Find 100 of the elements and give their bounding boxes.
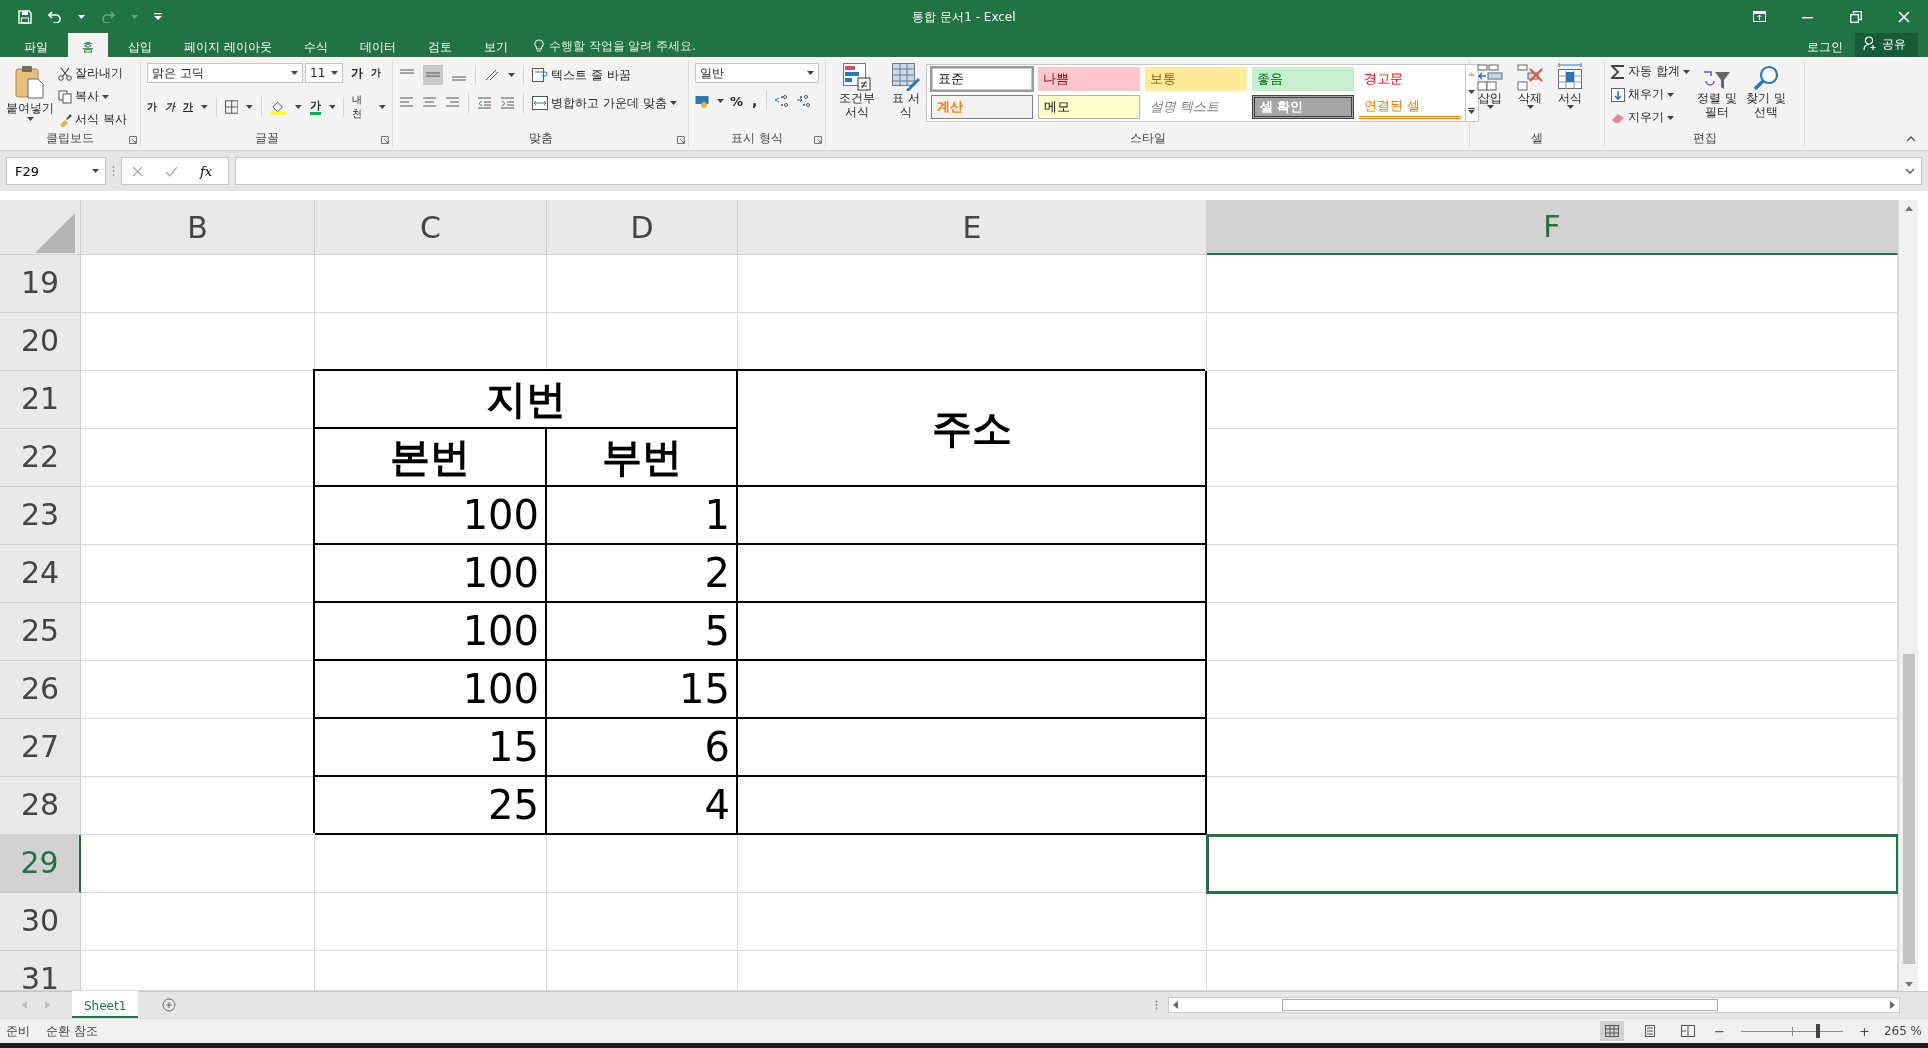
caret-icon[interactable] (1566, 105, 1574, 109)
row-header[interactable]: 28 (0, 777, 81, 835)
caret-icon[interactable] (26, 117, 34, 121)
scroll-left-icon[interactable] (1173, 1001, 1178, 1009)
ribbon-tab[interactable]: 보기 (471, 33, 520, 57)
number-format-dropdown[interactable]: 일반 (695, 63, 819, 83)
cut-button[interactable]: 잘라내기 (58, 65, 127, 82)
tell-me-field[interactable]: 수행할 작업을 알려 주세요. (548, 38, 719, 53)
caret-icon[interactable] (1682, 69, 1690, 74)
copy-button[interactable]: 복사 (58, 88, 127, 105)
sign-in-link[interactable]: 로그인 (1795, 33, 1855, 57)
horizontal-scrollbar[interactable] (1168, 997, 1900, 1013)
more-options-icon[interactable] (1155, 1000, 1158, 1010)
name-box[interactable]: F29 (6, 157, 106, 185)
percent-button[interactable]: % (730, 93, 744, 109)
cell-style-item[interactable]: 보통 (1144, 67, 1247, 91)
table-cell[interactable]: 2 (547, 545, 738, 603)
ribbon-tab[interactable]: 파일 (12, 33, 60, 57)
row-header[interactable]: 26 (0, 661, 81, 719)
font-size-dropdown[interactable]: 11 (305, 63, 343, 83)
caret-icon[interactable] (102, 94, 109, 99)
italic-button[interactable]: 가 (165, 100, 175, 114)
zoom-out-button[interactable]: − (1714, 1023, 1725, 1039)
caret-icon[interactable] (1667, 115, 1674, 120)
zoom-level[interactable]: 265 % (1883, 1024, 1922, 1038)
dialog-launcher-icon[interactable] (677, 136, 685, 144)
scroll-right-icon[interactable] (1890, 1001, 1895, 1009)
cell-style-item[interactable]: 메모 (1037, 95, 1140, 119)
check-icon[interactable] (165, 165, 178, 177)
fill-button[interactable]: 채우기 (1611, 86, 1690, 103)
table-cell[interactable]: 1 (547, 487, 738, 545)
ribbon-tab[interactable]: 홈 (68, 33, 108, 57)
undo-icon[interactable] (48, 10, 62, 23)
decrease-indent-icon[interactable] (477, 97, 492, 109)
phonetic-button[interactable]: 내천 (352, 93, 372, 121)
delete-cells-button[interactable]: 삭제 (1516, 63, 1544, 109)
scroll-thumb[interactable] (1902, 654, 1915, 964)
table-cell[interactable]: 100 (315, 603, 547, 661)
cell-style-item[interactable]: 좋음 (1251, 67, 1354, 91)
cell-style-item[interactable]: 표준 (930, 67, 1033, 91)
view-button[interactable] (1600, 1021, 1625, 1041)
table-cell[interactable]: 6 (547, 719, 738, 777)
caret-icon[interactable] (78, 14, 85, 19)
fill-color-icon[interactable] (269, 99, 287, 115)
caret-icon[interactable] (1486, 105, 1494, 109)
row-header[interactable]: 30 (0, 893, 81, 951)
row-header[interactable]: 24 (0, 545, 81, 603)
more-options-icon[interactable] (112, 165, 115, 177)
table-cell[interactable]: 주소 (738, 371, 1207, 487)
dialog-launcher-icon[interactable] (381, 136, 389, 144)
caret-icon[interactable] (331, 71, 338, 75)
close-icon[interactable] (1898, 10, 1910, 23)
ribbon-tab[interactable]: 데이터 (347, 33, 408, 57)
underline-button[interactable]: 가 (183, 100, 193, 114)
caret-icon[interactable] (669, 101, 677, 105)
sheet-tab[interactable]: Sheet1 (72, 991, 139, 1018)
table-cell[interactable]: 부번 (547, 429, 738, 487)
cancel-icon[interactable] (132, 165, 143, 177)
table-cell[interactable] (738, 777, 1207, 835)
format-table-button[interactable]: 표 서식 (890, 63, 922, 119)
column-header[interactable]: E (738, 200, 1207, 255)
font-color-button[interactable]: 가 (309, 99, 321, 115)
caret-icon[interactable] (201, 105, 208, 109)
scroll-down-icon[interactable] (1904, 982, 1913, 987)
increase-indent-icon[interactable] (500, 97, 515, 109)
caret-icon[interactable] (328, 105, 336, 109)
format-cells-button[interactable]: 서식 (1556, 63, 1584, 109)
table-cell[interactable]: 100 (315, 487, 547, 545)
decrease-decimal-icon[interactable] (773, 94, 790, 108)
table-cell[interactable]: 25 (315, 777, 547, 835)
caret-icon[interactable] (1468, 90, 1476, 94)
caret-icon[interactable] (1526, 105, 1534, 109)
currency-icon[interactable] (695, 94, 711, 108)
scroll-thumb[interactable] (1282, 999, 1718, 1011)
slider-thumb[interactable] (1816, 1024, 1821, 1038)
caret-icon[interactable] (92, 169, 99, 173)
add-sheet-icon[interactable] (162, 998, 177, 1012)
row-header[interactable]: 21 (0, 371, 81, 429)
align-right-icon[interactable] (445, 97, 460, 109)
ribbon-tab[interactable]: 검토 (415, 33, 464, 57)
cell-style-item[interactable]: 나쁨 (1037, 67, 1140, 91)
row-header[interactable]: 25 (0, 603, 81, 661)
table-cell[interactable]: 본번 (315, 429, 547, 487)
row-header[interactable]: 23 (0, 487, 81, 545)
scroll-up-icon[interactable] (1904, 206, 1913, 211)
cell-style-item[interactable]: 경고문 (1358, 67, 1461, 91)
table-cell[interactable]: 4 (547, 777, 738, 835)
ribbon-tab[interactable]: 삽입 (116, 33, 164, 57)
caret-icon[interactable] (294, 105, 302, 109)
caret-icon[interactable] (291, 71, 298, 75)
format-painter-button[interactable]: 서식 복사 (58, 111, 127, 128)
increase-decimal-icon[interactable] (795, 94, 812, 108)
row-header[interactable]: 27 (0, 719, 81, 777)
column-header[interactable]: F (1207, 200, 1898, 255)
row-header[interactable]: 31 (0, 951, 81, 991)
wrap-text-button[interactable]: 텍스트 줄 바꿈 (532, 66, 631, 84)
caret-icon[interactable] (379, 105, 386, 109)
dialog-launcher-icon[interactable] (129, 136, 137, 144)
zoom-in-button[interactable]: + (1858, 1023, 1870, 1039)
merge-center-button[interactable]: 병합하고 가운데 맞춤 (532, 94, 677, 112)
